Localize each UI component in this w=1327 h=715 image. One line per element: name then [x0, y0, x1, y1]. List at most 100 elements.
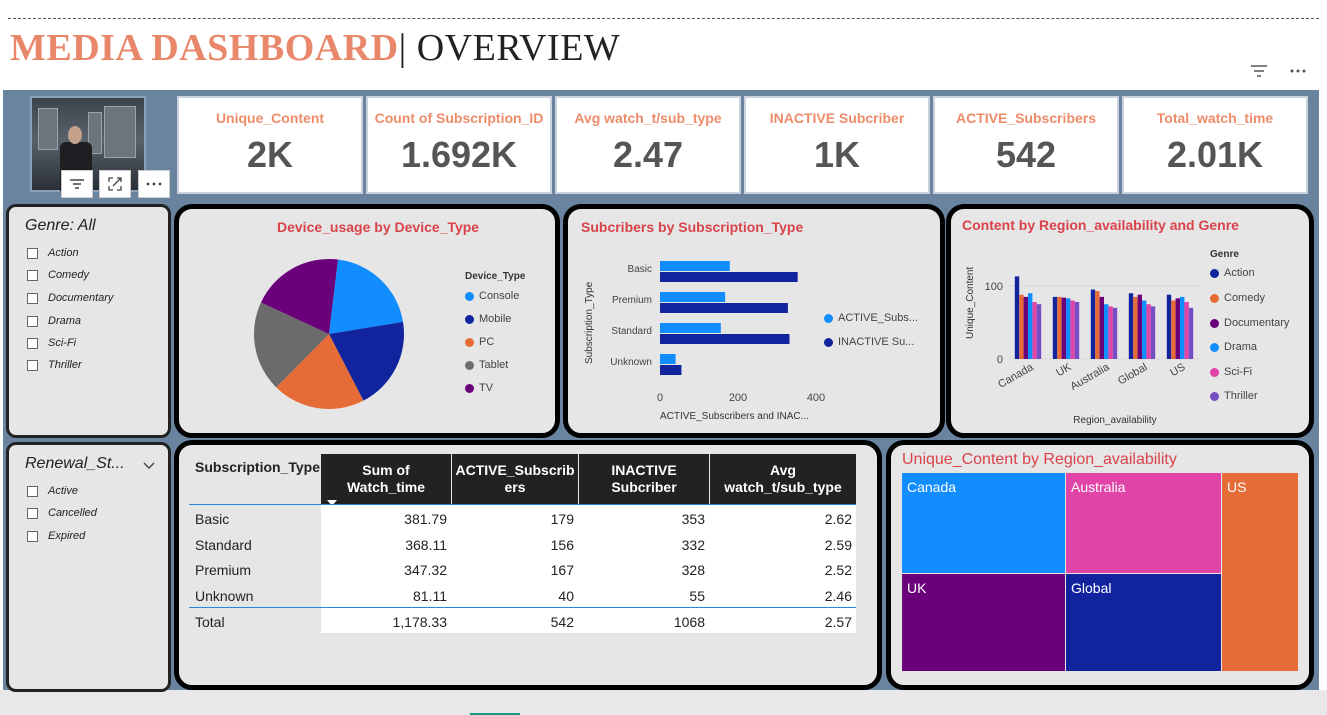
table-header-inactive-subscriber[interactable]: INACTIVE Subcriber [579, 454, 709, 504]
focus-mode-button[interactable] [99, 170, 131, 198]
treemap-tile-uk[interactable]: UK [902, 574, 1065, 671]
slicer-item-drama[interactable]: Drama [27, 315, 81, 327]
checkbox[interactable] [27, 247, 38, 259]
checkbox[interactable] [27, 530, 38, 542]
column-bar[interactable] [1150, 306, 1156, 359]
checkbox[interactable] [27, 337, 38, 349]
checkbox[interactable] [27, 315, 38, 327]
legend-item-thriller[interactable]: Thriller [1210, 390, 1258, 402]
slicer-item-thriller[interactable]: Thriller [27, 359, 82, 371]
kpi-card-unique-content[interactable]: Unique_Content 2K [177, 96, 363, 194]
treemap-tile-australia[interactable]: Australia [1066, 473, 1221, 573]
treemap-panel[interactable]: Unique_Content by Region_availability Ca… [886, 440, 1314, 690]
treemap-tile-global[interactable]: Global [1066, 574, 1221, 671]
visual-filter-button[interactable] [61, 170, 93, 198]
bar[interactable] [660, 272, 798, 282]
pie-slice-console[interactable] [329, 259, 404, 334]
column-bar[interactable] [1180, 296, 1185, 359]
subscribers-panel[interactable]: Subcribers by Subscription_Type Basic Pre… [563, 204, 945, 438]
column-bar[interactable] [1133, 296, 1138, 359]
column-bar[interactable] [1090, 289, 1096, 359]
legend-item-inactive[interactable]: INACTIVE Su... [824, 336, 914, 348]
table-header-subscription-type[interactable]: Subscription_Type [195, 459, 320, 475]
checkbox[interactable] [27, 507, 38, 519]
column-bar[interactable] [1036, 304, 1042, 359]
column-bar[interactable] [1052, 296, 1058, 359]
slicer-item-documentary[interactable]: Documentary [27, 292, 113, 304]
column-bar[interactable] [1066, 298, 1071, 359]
bar[interactable] [660, 334, 790, 344]
kpi-card-subscription-count[interactable]: Count of Subscription_ID 1.692K [366, 96, 552, 194]
checkbox[interactable] [27, 485, 38, 497]
legend-item-scifi[interactable]: Sci-Fi [1210, 366, 1252, 378]
column-bar[interactable] [1028, 293, 1033, 359]
kpi-card-inactive-subscribers[interactable]: INACTIVE Subcriber 1K [744, 96, 930, 194]
slicer-item-action[interactable]: Action [27, 247, 79, 259]
kpi-card-total-watch-time[interactable]: Total_watch_time 2.01K [1122, 96, 1308, 194]
bar[interactable] [660, 365, 682, 375]
column-bar[interactable] [1032, 302, 1037, 359]
bar[interactable] [660, 354, 676, 364]
column-bar[interactable] [1175, 298, 1180, 359]
slicer-item-expired[interactable]: Expired [27, 530, 85, 542]
slicer-item-active[interactable]: Active [27, 485, 78, 497]
filter-icon[interactable] [1250, 64, 1268, 83]
legend-item-console[interactable]: Console [465, 290, 519, 302]
legend-item-action[interactable]: Action [1210, 267, 1255, 279]
treemap-tile-canada[interactable]: Canada [902, 473, 1065, 573]
region-genre-panel[interactable]: Content by Region_availability and Genre… [946, 204, 1314, 438]
column-bar[interactable] [1023, 296, 1028, 359]
column-bar[interactable] [1074, 302, 1080, 359]
legend-item-comedy[interactable]: Comedy [1210, 292, 1265, 304]
column-bar[interactable] [1104, 304, 1109, 359]
column-bar[interactable] [1057, 296, 1062, 359]
genre-slicer[interactable]: Genre: All Action Comedy Documentary Dra… [6, 204, 171, 438]
subscription-table-panel[interactable]: Subscription_Type Sum of Watch_time ACTI… [174, 440, 882, 690]
checkbox[interactable] [27, 269, 38, 281]
column-bar[interactable] [1128, 293, 1134, 359]
legend-item-documentary[interactable]: Documentary [1210, 317, 1289, 329]
bar[interactable] [660, 292, 726, 302]
slicer-item-scifi[interactable]: Sci-Fi [27, 337, 76, 349]
column-bar[interactable] [1142, 300, 1147, 359]
legend-item-pc[interactable]: PC [465, 336, 494, 348]
device-usage-panel[interactable]: Device_usage by Device_Type Device_Type … [174, 204, 560, 438]
column-bar[interactable] [1108, 306, 1113, 359]
legend-item-drama[interactable]: Drama [1210, 341, 1257, 353]
renewal-status-slicer[interactable]: Renewal_St... Active Cancelled Expired [6, 442, 171, 692]
checkbox[interactable] [27, 292, 38, 304]
table-header-avg-watch[interactable]: Avg watch_t/sub_type [710, 454, 856, 504]
column-bar[interactable] [1112, 307, 1118, 359]
kpi-card-active-subscribers[interactable]: ACTIVE_Subscribers 542 [933, 96, 1119, 194]
legend-item-tv[interactable]: TV [465, 382, 493, 394]
slicer-item-comedy[interactable]: Comedy [27, 269, 89, 281]
legend-item-mobile[interactable]: Mobile [465, 313, 511, 325]
column-bar[interactable] [1137, 294, 1142, 359]
visual-more-options-button[interactable] [138, 170, 170, 198]
legend-item-tablet[interactable]: Tablet [465, 359, 508, 371]
slicer-item-cancelled[interactable]: Cancelled [27, 507, 97, 519]
column-bar[interactable] [1061, 297, 1066, 359]
region-column-chart[interactable]: 0100Canada UKAustralia Global USRegion_avai… [951, 209, 1209, 433]
bar[interactable] [660, 323, 721, 333]
column-bar[interactable] [1014, 276, 1020, 359]
column-bar[interactable] [1099, 296, 1104, 359]
column-bar[interactable] [1171, 300, 1176, 359]
column-bar[interactable] [1188, 307, 1194, 359]
checkbox[interactable] [27, 359, 38, 371]
bar[interactable] [660, 261, 730, 271]
bar[interactable] [660, 303, 788, 313]
more-options-icon[interactable] [1290, 64, 1306, 83]
column-bar[interactable] [1184, 302, 1189, 359]
table-header-watch-time[interactable]: Sum of Watch_time [321, 454, 451, 504]
column-bar[interactable] [1019, 294, 1024, 359]
pie-chart[interactable] [249, 254, 409, 414]
table-header-active-subscribers[interactable]: ACTIVE_Subscrib ers [452, 454, 578, 504]
column-bar[interactable] [1070, 300, 1075, 359]
legend-item-active[interactable]: ACTIVE_Subs... [824, 312, 918, 324]
column-bar[interactable] [1095, 291, 1100, 359]
treemap-tile-us[interactable]: US [1222, 473, 1298, 671]
column-bar[interactable] [1166, 294, 1172, 359]
kpi-card-avg-watch-time[interactable]: Avg watch_t/sub_type 2.47 [555, 96, 741, 194]
column-bar[interactable] [1146, 304, 1151, 359]
